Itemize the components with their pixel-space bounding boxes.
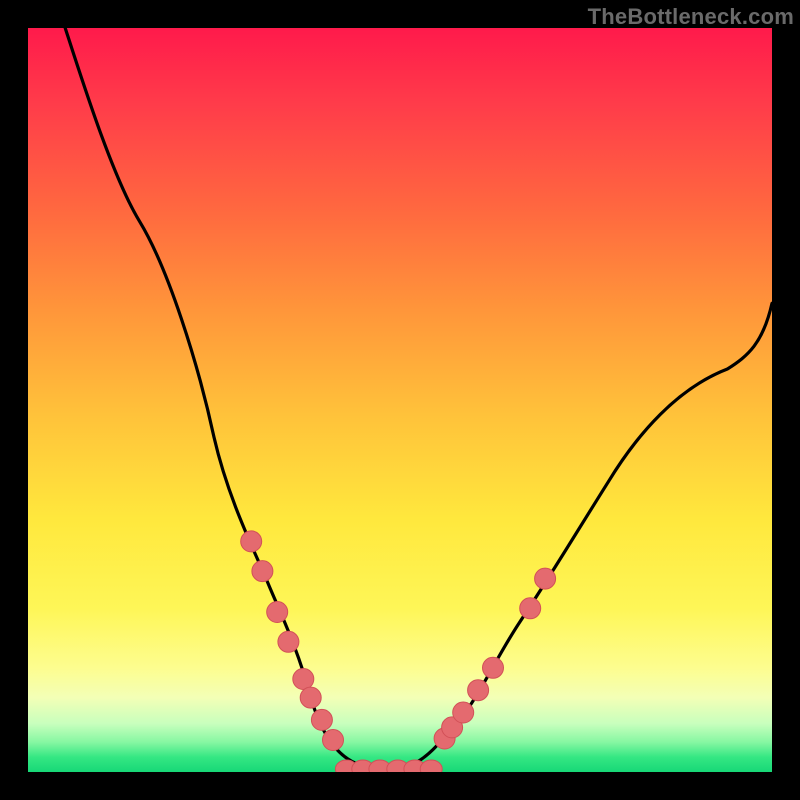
plot-area [28,28,772,772]
flat-segment [335,760,442,772]
curve-layer [28,28,772,772]
chart-stage: TheBottleneck.com [0,0,800,800]
bottleneck-curve [65,28,772,771]
watermark-text: TheBottleneck.com [588,4,794,30]
